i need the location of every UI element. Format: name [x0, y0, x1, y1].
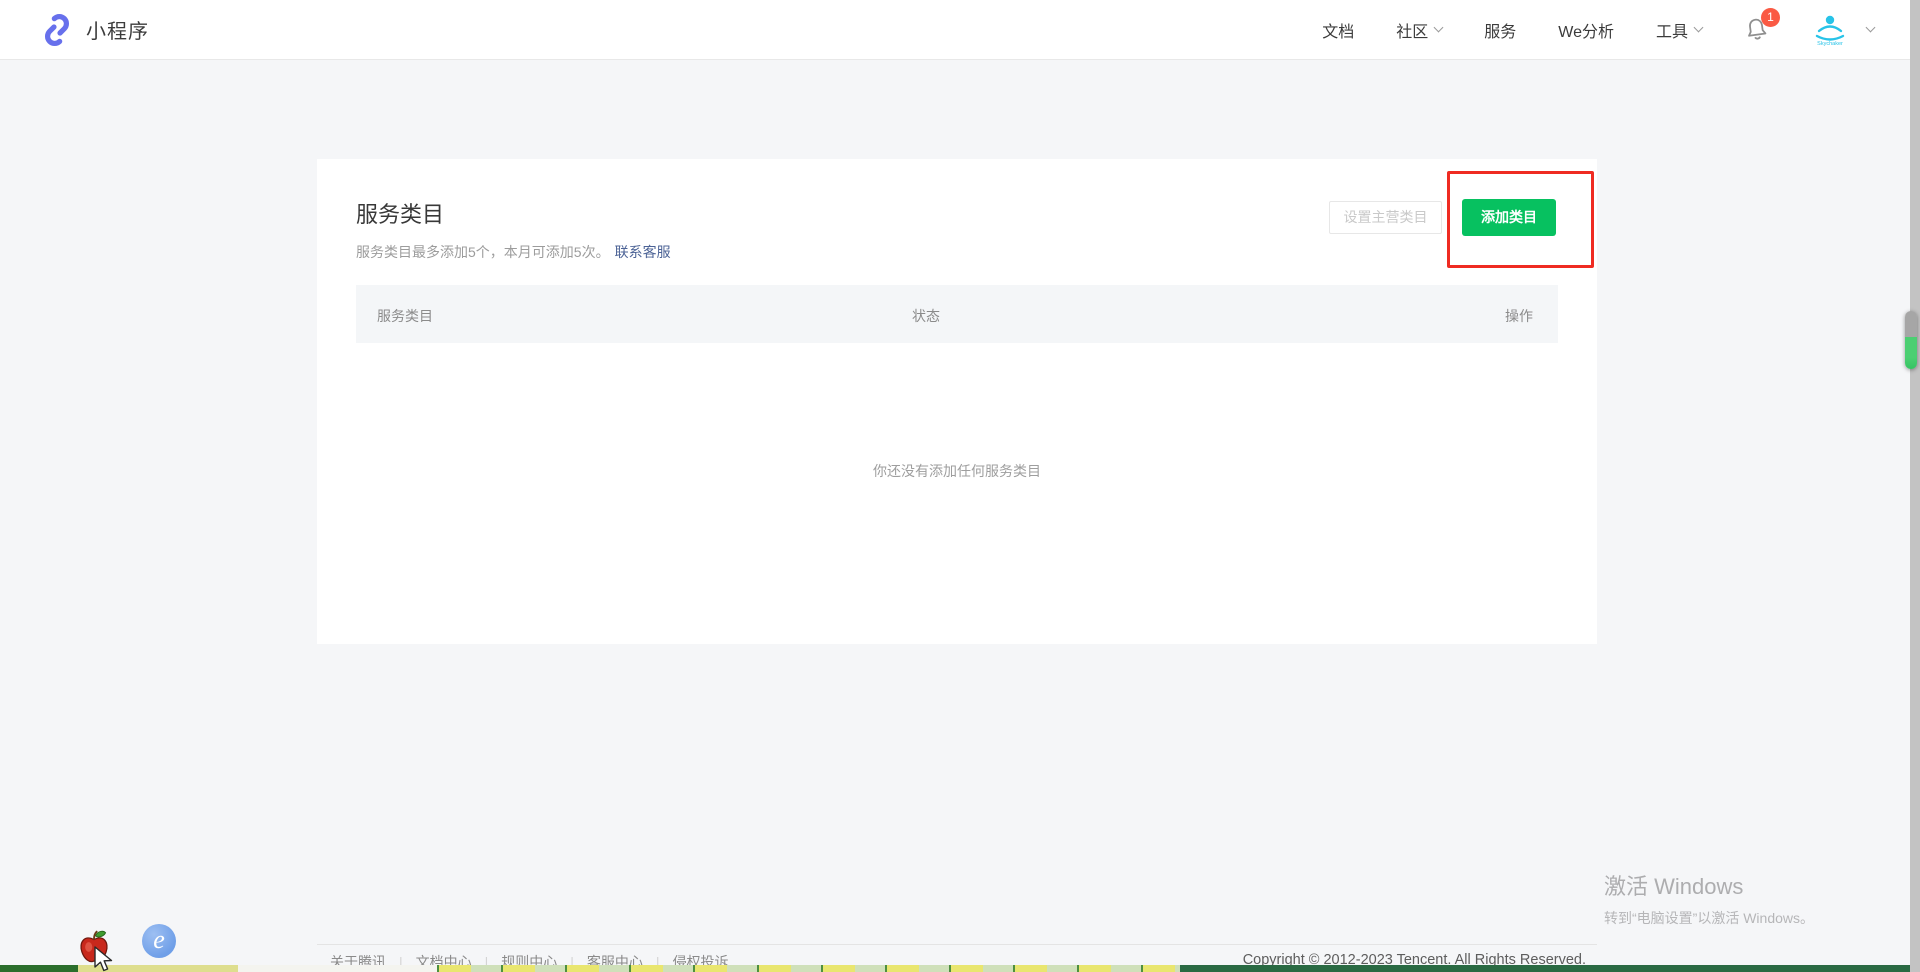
brand-home-link[interactable]: 小程序 [40, 13, 149, 47]
apple-desktop-icon[interactable] [76, 928, 112, 966]
nav-item-we-analysis[interactable]: We分析 [1558, 18, 1614, 42]
table-header-row: 服务类目 状态 操作 [356, 285, 1558, 343]
brand-title: 小程序 [86, 15, 149, 44]
nav-menu: 文档 社区 服务 We分析 工具 [1322, 11, 1874, 49]
chevron-down-icon [1694, 23, 1704, 33]
column-header-category: 服务类目 [377, 306, 433, 326]
footer-divider [317, 944, 1597, 945]
notification-badge: 1 [1761, 8, 1780, 27]
avatar-caption: Skychaker [1817, 41, 1843, 47]
nav-item-services[interactable]: 服务 [1484, 18, 1516, 42]
avatar: Skychaker [1811, 11, 1849, 49]
add-category-button[interactable]: 添加类目 [1462, 199, 1556, 236]
strip-segment [0, 965, 78, 972]
strip-segment [437, 965, 1180, 972]
nav-item-label: 服务 [1484, 18, 1516, 42]
strip-segment [78, 965, 238, 972]
scrollbar-track[interactable] [1910, 0, 1920, 972]
watermark-line2: 转到“电脑设置”以激活 Windows。 [1604, 908, 1814, 928]
set-primary-category-button[interactable]: 设置主营类目 [1329, 201, 1442, 234]
nav-item-tools[interactable]: 工具 [1656, 18, 1702, 42]
top-navbar: 小程序 文档 社区 服务 We分析 工具 [0, 0, 1920, 60]
nav-item-docs[interactable]: 文档 [1322, 18, 1354, 42]
nav-item-label: 文档 [1322, 18, 1354, 42]
background-window-strip [0, 965, 1920, 972]
contact-support-link[interactable]: 联系客服 [615, 244, 671, 260]
nav-item-community[interactable]: 社区 [1396, 18, 1442, 42]
miniprogram-logo-icon [40, 13, 74, 47]
column-header-action: 操作 [1505, 306, 1533, 326]
windows-activation-watermark: 激活 Windows 转到“电脑设置”以激活 Windows。 [1604, 869, 1814, 928]
watermark-line1: 激活 Windows [1604, 869, 1814, 901]
service-category-card: 服务类目 服务类目最多添加5个，本月可添加5次。联系客服 设置主营类目 添加类目… [317, 159, 1597, 644]
column-header-status: 状态 [912, 306, 940, 326]
nav-item-label: 工具 [1656, 18, 1688, 42]
notification-bell-button[interactable]: 1 [1744, 16, 1769, 43]
chevron-down-icon [1866, 23, 1876, 33]
chevron-down-icon [1434, 23, 1444, 33]
empty-state-text: 你还没有添加任何服务类目 [317, 461, 1597, 481]
nav-item-label: We分析 [1558, 18, 1614, 42]
page-subtitle: 服务类目最多添加5个，本月可添加5次。联系客服 [356, 242, 671, 262]
scrollbar-thumb[interactable] [1905, 311, 1917, 369]
nav-item-label: 社区 [1396, 18, 1428, 42]
internet-explorer-icon[interactable]: e [142, 924, 176, 958]
account-menu-button[interactable]: Skychaker [1811, 11, 1874, 49]
screen: 小程序 文档 社区 服务 We分析 工具 [0, 0, 1920, 972]
subtitle-text: 服务类目最多添加5个，本月可添加5次。 [356, 244, 610, 260]
page-title: 服务类目 [356, 197, 444, 229]
strip-segment [1180, 965, 1920, 972]
strip-segment [238, 965, 437, 972]
